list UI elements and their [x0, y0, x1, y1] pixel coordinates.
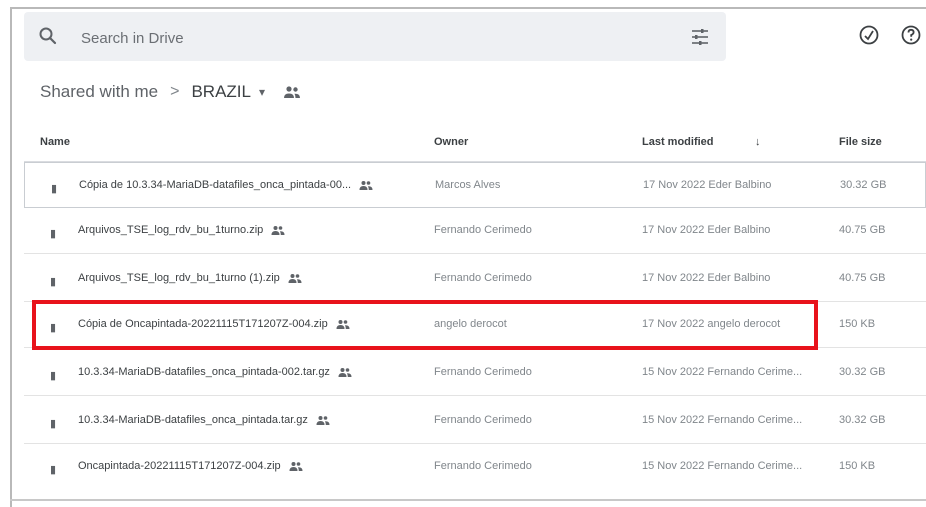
- sort-arrow-icon[interactable]: ↓: [755, 136, 761, 148]
- search-bar[interactable]: [24, 12, 726, 61]
- file-size: 30.32 GB: [839, 414, 886, 426]
- column-header-file-size[interactable]: File size: [839, 136, 882, 148]
- file-last-modified: 17 Nov 2022 Eder Balbino: [643, 179, 772, 191]
- offline-status-icon[interactable]: [858, 24, 880, 46]
- shared-people-icon: [338, 368, 352, 378]
- tune-icon[interactable]: [689, 26, 711, 48]
- table-row[interactable]: ▮ 10.3.34-MariaDB-datafiles_onca_pintada…: [24, 350, 926, 396]
- row-divider: [24, 395, 926, 396]
- zip-file-icon: ▮: [50, 464, 57, 476]
- search-input[interactable]: [79, 26, 643, 50]
- column-header-last-modified[interactable]: Last modified: [642, 136, 714, 148]
- table-row[interactable]: ▮ Oncapintada-20221115T171207Z-004.zip F…: [24, 444, 926, 490]
- file-owner: Fernando Cerimedo: [434, 414, 532, 426]
- table-row[interactable]: ▮ 10.3.34-MariaDB-datafiles_onca_pintada…: [24, 398, 926, 444]
- window-border-bottom: [10, 499, 926, 501]
- column-header-owner[interactable]: Owner: [434, 136, 468, 148]
- file-owner: Marcos Alves: [435, 179, 501, 191]
- file-last-modified: 15 Nov 2022 Fernando Cerime...: [642, 366, 803, 378]
- file-owner: Fernando Cerimedo: [434, 366, 532, 378]
- file-name[interactable]: Oncapintada-20221115T171207Z-004.zip: [78, 460, 303, 472]
- column-header-name[interactable]: Name: [40, 136, 70, 148]
- row-divider: [24, 253, 926, 254]
- file-name[interactable]: Cópia de 10.3.34-MariaDB-datafiles_onca_…: [79, 179, 373, 191]
- file-owner: Fernando Cerimedo: [434, 224, 532, 236]
- zip-file-icon: ▮: [51, 183, 58, 195]
- chevron-down-icon[interactable]: ▾: [259, 85, 265, 99]
- zip-file-icon: ▮: [50, 370, 57, 382]
- table-row[interactable]: ▮ Cópia de 10.3.34-MariaDB-datafiles_onc…: [24, 162, 926, 208]
- file-name[interactable]: Arquivos_TSE_log_rdv_bu_1turno.zip: [78, 224, 285, 236]
- help-icon[interactable]: [900, 24, 922, 46]
- shared-people-icon: [289, 462, 303, 472]
- zip-file-icon: ▮: [50, 418, 57, 430]
- file-size: 150 KB: [839, 318, 876, 330]
- file-size: 30.32 GB: [839, 366, 886, 378]
- window-border-top: [10, 7, 926, 9]
- shared-people-icon: [271, 226, 285, 236]
- shared-people-icon: [316, 416, 330, 426]
- file-last-modified: 17 Nov 2022 Eder Balbino: [642, 224, 771, 236]
- file-size: 30.32 GB: [840, 179, 887, 191]
- file-owner: Fernando Cerimedo: [434, 272, 532, 284]
- breadcrumb-current-folder[interactable]: BRAZIL: [191, 82, 251, 102]
- file-name[interactable]: 10.3.34-MariaDB-datafiles_onca_pintada-0…: [78, 366, 352, 378]
- shared-people-icon: [359, 181, 373, 191]
- table-row[interactable]: ▮ Arquivos_TSE_log_rdv_bu_1turno.zip Fer…: [24, 208, 926, 254]
- window-border-left: [10, 7, 12, 507]
- file-size: 150 KB: [839, 460, 876, 472]
- breadcrumb: Shared with me > BRAZIL ▾: [40, 78, 301, 106]
- zip-file-icon: ▮: [50, 228, 57, 240]
- file-owner: Fernando Cerimedo: [434, 460, 532, 472]
- file-size: 40.75 GB: [839, 272, 886, 284]
- breadcrumb-separator: >: [170, 83, 180, 100]
- breadcrumb-shared-with-me[interactable]: Shared with me: [40, 82, 158, 102]
- file-size: 40.75 GB: [839, 224, 886, 236]
- file-name[interactable]: Arquivos_TSE_log_rdv_bu_1turno (1).zip: [78, 272, 302, 284]
- search-icon[interactable]: [38, 26, 58, 46]
- table-row[interactable]: ▮ Arquivos_TSE_log_rdv_bu_1turno (1).zip…: [24, 256, 926, 302]
- file-last-modified: 15 Nov 2022 Fernando Cerime...: [642, 414, 803, 426]
- shared-people-icon: [288, 274, 302, 284]
- file-last-modified: 17 Nov 2022 Eder Balbino: [642, 272, 771, 284]
- file-last-modified: 15 Nov 2022 Fernando Cerime...: [642, 460, 803, 472]
- shared-people-icon[interactable]: [283, 85, 301, 99]
- highlight-annotation: [32, 300, 818, 350]
- file-name[interactable]: 10.3.34-MariaDB-datafiles_onca_pintada.t…: [78, 414, 330, 426]
- zip-file-icon: ▮: [50, 276, 57, 288]
